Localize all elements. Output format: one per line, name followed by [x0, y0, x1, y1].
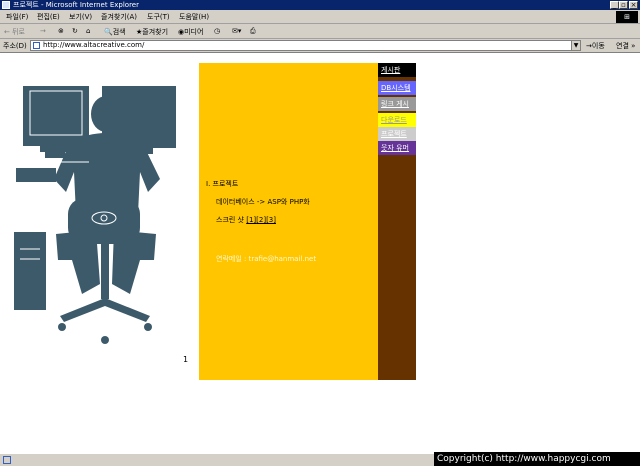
- copyright-banner: Copyright(c) http://www.happycgi.com: [434, 452, 640, 466]
- screenshot-line: 스크린 샷 [1][2][3]: [216, 215, 276, 225]
- search-label: 검색: [112, 28, 126, 36]
- person-at-computer-illustration: [14, 86, 176, 344]
- menu-favorites[interactable]: 즐겨찾기(A): [101, 12, 137, 22]
- address-label: 주소(D): [3, 42, 27, 50]
- favorites-button[interactable]: ★즐겨찾기: [136, 27, 168, 37]
- history-icon[interactable]: ◷: [214, 27, 220, 35]
- nav-board[interactable]: 게시판: [378, 63, 416, 77]
- window-titlebar: 프로젝트 - Microsoft Internet Explorer _ ▫ ×: [0, 0, 640, 10]
- go-button[interactable]: →이동: [586, 41, 605, 51]
- address-bar: 주소(D) http://www.altacreative.com/ ▼ →이동…: [0, 39, 640, 53]
- stop-icon[interactable]: ⊗: [58, 27, 64, 35]
- contact-email[interactable]: 연락메일 : trafie@hanmail.net: [216, 254, 316, 264]
- links-button[interactable]: 연결 »: [616, 41, 635, 51]
- nav-download[interactable]: 다운로드: [378, 113, 416, 127]
- nav-db-system[interactable]: DB시스템: [378, 81, 416, 95]
- forward-button[interactable]: →: [40, 27, 46, 35]
- media-label: 미디어: [184, 28, 204, 36]
- menu-file[interactable]: 파일(F): [6, 12, 28, 22]
- home-icon[interactable]: ⌂: [86, 27, 90, 35]
- screenshot-link-1[interactable]: [1]: [246, 216, 256, 224]
- address-url[interactable]: http://www.altacreative.com/: [43, 41, 144, 50]
- minimize-button[interactable]: _: [610, 1, 619, 9]
- menu-tools[interactable]: 도구(T): [147, 12, 170, 22]
- window-title: 프로젝트 - Microsoft Internet Explorer: [13, 1, 139, 9]
- menu-view[interactable]: 보기(V): [69, 12, 92, 22]
- screenshot-link-3[interactable]: [3]: [266, 216, 276, 224]
- nav-project[interactable]: 프로젝트: [378, 127, 416, 141]
- back-button[interactable]: ← 뒤로: [4, 27, 25, 37]
- screenshot-link-2[interactable]: [2]: [256, 216, 266, 224]
- ie-icon: [2, 1, 10, 9]
- windows-logo-icon: ⊞: [616, 11, 638, 23]
- section-heading: I. 프로젝트: [206, 180, 239, 188]
- menu-help[interactable]: 도움말(H): [179, 12, 209, 22]
- screenshot-prefix: 스크린 샷: [216, 216, 247, 224]
- favorites-label: 즐겨찾기: [142, 28, 169, 36]
- refresh-icon[interactable]: ↻: [72, 27, 78, 35]
- page-icon: [33, 42, 40, 49]
- toolbar: ← 뒤로 → ⊗ ↻ ⌂ 🔍검색 ★즐겨찾기 ◉미디어 ◷ ✉▾ ⎙: [0, 24, 640, 39]
- address-field[interactable]: http://www.altacreative.com/: [30, 40, 581, 51]
- nav-links[interactable]: 링크 게시: [378, 97, 416, 111]
- page-number: 1: [183, 355, 189, 364]
- mail-icon[interactable]: ✉▾: [232, 27, 241, 35]
- search-button[interactable]: 🔍검색: [104, 27, 126, 37]
- nav-humor[interactable]: 웃자 유머: [378, 141, 416, 155]
- address-dropdown-icon[interactable]: ▼: [571, 40, 581, 51]
- status-page-icon: [3, 456, 11, 464]
- maximize-button[interactable]: ▫: [619, 1, 628, 9]
- close-button[interactable]: ×: [629, 1, 638, 9]
- media-button[interactable]: ◉미디어: [178, 27, 203, 37]
- menu-edit[interactable]: 편집(E): [37, 12, 60, 22]
- print-icon[interactable]: ⎙: [250, 27, 256, 36]
- menu-bar: 파일(F) 편집(E) 보기(V) 즐겨찾기(A) 도구(T) 도움말(H): [0, 10, 640, 24]
- database-line: 데이터베이스 -> ASP와 PHP화: [216, 198, 310, 206]
- left-monitor-shape: [23, 86, 89, 146]
- go-label: 이동: [591, 42, 605, 50]
